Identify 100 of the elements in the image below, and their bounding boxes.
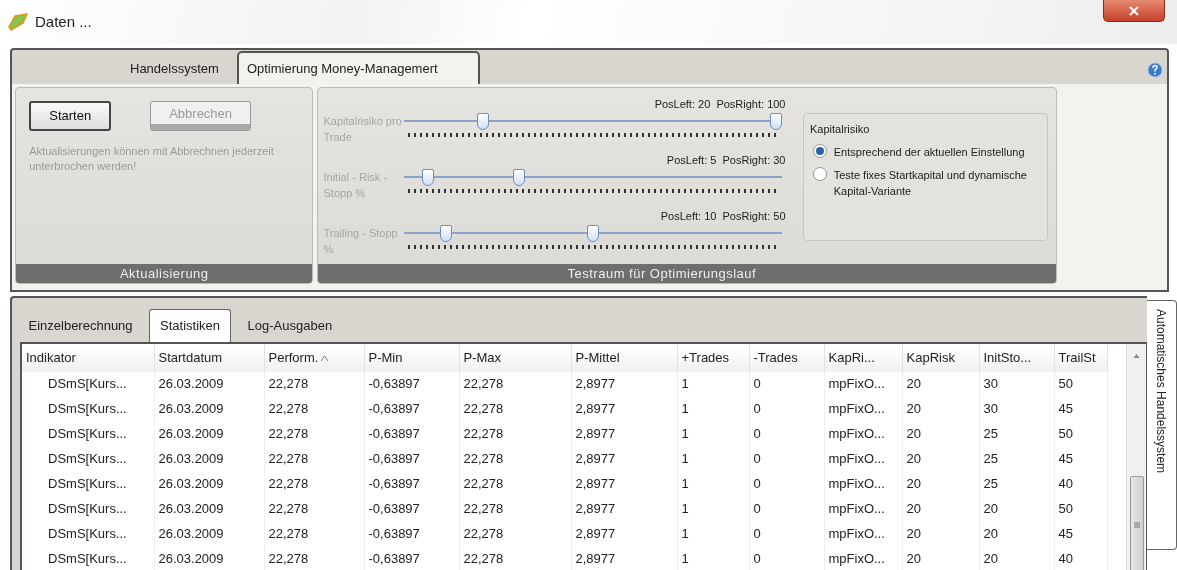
tab[interactable]: Handelssystem bbox=[112, 52, 237, 84]
table-cell: -0,63897 bbox=[364, 396, 459, 422]
help-icon[interactable] bbox=[1147, 62, 1163, 78]
table-cell: 20 bbox=[902, 546, 979, 570]
table-cell: 2,8977 bbox=[571, 371, 677, 397]
table-cell: 1 bbox=[677, 546, 749, 570]
table-cell: 0 bbox=[749, 471, 824, 497]
table-cell: 20 bbox=[902, 471, 979, 497]
table-cell: -0,63897 bbox=[364, 471, 459, 497]
column-header[interactable]: Perform. bbox=[264, 343, 364, 372]
table-cell: 20 bbox=[902, 496, 979, 522]
radio-label: Teste fixes Startkapital und dynamische Kapital-Variante bbox=[833, 167, 1028, 200]
column-header[interactable]: P-Mittel bbox=[571, 343, 677, 372]
column-header[interactable]: +Trades bbox=[677, 343, 749, 372]
slider-thumb[interactable] bbox=[769, 112, 782, 130]
tab[interactable]: Einzelberechnung bbox=[18, 310, 143, 342]
table-cell: 26.03.2009 bbox=[154, 446, 264, 472]
table-cell: 30 bbox=[979, 396, 1054, 422]
table-cell: -0,63897 bbox=[364, 521, 459, 547]
table-cell: 22,278 bbox=[264, 446, 364, 472]
table-cell: 25 bbox=[979, 446, 1054, 472]
table-cell: mpFixO... bbox=[824, 521, 902, 547]
table-cell: 22,278 bbox=[264, 371, 364, 397]
table-cell: 2,8977 bbox=[571, 421, 677, 447]
table-cell: 50 bbox=[1054, 496, 1107, 522]
tab[interactable]: Log-Ausgaben bbox=[237, 310, 343, 342]
table-cell: 26.03.2009 bbox=[154, 396, 264, 422]
table-cell: 1 bbox=[677, 421, 749, 447]
table-cell: 22,278 bbox=[459, 496, 571, 522]
table-cell: 2,8977 bbox=[571, 546, 677, 570]
app-icon bbox=[6, 13, 29, 31]
table-cell: 20 bbox=[902, 371, 979, 397]
table-cell: mpFixO... bbox=[824, 371, 902, 397]
table-cell: 22,278 bbox=[264, 396, 364, 422]
table-cell: 20 bbox=[902, 421, 979, 447]
table-cell: -0,63897 bbox=[364, 371, 459, 397]
table-cell: 26.03.2009 bbox=[154, 371, 264, 397]
table-cell: -0,63897 bbox=[364, 546, 459, 570]
column-header[interactable]: KapRisk bbox=[902, 343, 979, 372]
table-cell: 20 bbox=[902, 521, 979, 547]
table-cell: -0,63897 bbox=[364, 421, 459, 447]
table-cell: 2,8977 bbox=[571, 521, 677, 547]
table-cell: DSmS[Kurs... bbox=[22, 371, 154, 397]
side-tab[interactable]: Automatisches Handelssystem bbox=[1147, 300, 1177, 550]
table-cell: 25 bbox=[979, 471, 1054, 497]
table-cell: -0,63897 bbox=[364, 496, 459, 522]
table-cell: 22,278 bbox=[459, 396, 571, 422]
table-cell: 1 bbox=[677, 471, 749, 497]
table-cell: 22,278 bbox=[264, 546, 364, 570]
table-cell: DSmS[Kurs... bbox=[22, 396, 154, 422]
group-title: Kapitalrisiko bbox=[810, 121, 871, 137]
table-cell: 26.03.2009 bbox=[154, 471, 264, 497]
table-cell: 22,278 bbox=[459, 546, 571, 570]
slider-thumb[interactable] bbox=[421, 168, 434, 186]
tab[interactable]: Statistiken bbox=[149, 309, 232, 342]
table-cell: 50 bbox=[1054, 421, 1107, 447]
table-cell: 20 bbox=[902, 396, 979, 422]
scroll-up-icon[interactable] bbox=[1132, 353, 1141, 358]
column-header[interactable]: Startdatum bbox=[154, 343, 264, 372]
column-header[interactable]: Indikator bbox=[22, 343, 154, 372]
tab[interactable]: Optimierung Money-Managemert bbox=[236, 50, 480, 84]
table-cell: 40 bbox=[1054, 471, 1107, 497]
slider-thumb[interactable] bbox=[513, 168, 526, 186]
column-header[interactable]: P-Min bbox=[364, 343, 459, 372]
table-cell: 1 bbox=[677, 446, 749, 472]
slider-thumb[interactable] bbox=[476, 112, 489, 130]
column-header[interactable]: P-Max bbox=[459, 343, 571, 372]
scrollbar[interactable] bbox=[1126, 343, 1146, 570]
close-button[interactable] bbox=[1103, 0, 1165, 22]
table-cell: mpFixO... bbox=[824, 496, 902, 522]
column-header[interactable]: TrailSt bbox=[1054, 343, 1107, 372]
window-title: Daten ... bbox=[35, 11, 92, 32]
table-cell: 40 bbox=[1054, 546, 1107, 570]
table-cell: 20 bbox=[979, 521, 1054, 547]
radio-button[interactable] bbox=[813, 166, 828, 181]
table-cell: 20 bbox=[979, 496, 1054, 522]
button[interactable]: Starten bbox=[29, 101, 112, 131]
table-cell: 22,278 bbox=[264, 421, 364, 447]
table-cell: mpFixO... bbox=[824, 396, 902, 422]
column-header[interactable]: -Trades bbox=[749, 343, 824, 372]
slider-label: Kapitalrisiko pro Trade bbox=[323, 113, 403, 145]
scroll-thumb[interactable] bbox=[1129, 475, 1144, 570]
table-cell: DSmS[Kurs... bbox=[22, 546, 154, 570]
radio-button[interactable] bbox=[813, 143, 828, 158]
table-cell: DSmS[Kurs... bbox=[22, 446, 154, 472]
table-cell: 50 bbox=[1054, 371, 1107, 397]
column-header[interactable]: InitSto... bbox=[979, 343, 1054, 372]
table-cell: 0 bbox=[749, 371, 824, 397]
column-header[interactable]: KapRi... bbox=[824, 343, 902, 372]
group-footer: Aktualisierung bbox=[16, 264, 313, 284]
table-cell: 0 bbox=[749, 421, 824, 447]
table-cell: 26.03.2009 bbox=[154, 546, 264, 570]
table-cell: 2,8977 bbox=[571, 496, 677, 522]
slider-reading: PosLeft: 20 PosRight: 100 bbox=[654, 97, 786, 113]
table-cell: 22,278 bbox=[459, 446, 571, 472]
table-cell: mpFixO... bbox=[824, 546, 902, 570]
slider-thumb[interactable] bbox=[586, 224, 599, 242]
slider-thumb[interactable] bbox=[440, 224, 453, 242]
table-cell: 2,8977 bbox=[571, 471, 677, 497]
table-cell: 0 bbox=[749, 396, 824, 422]
